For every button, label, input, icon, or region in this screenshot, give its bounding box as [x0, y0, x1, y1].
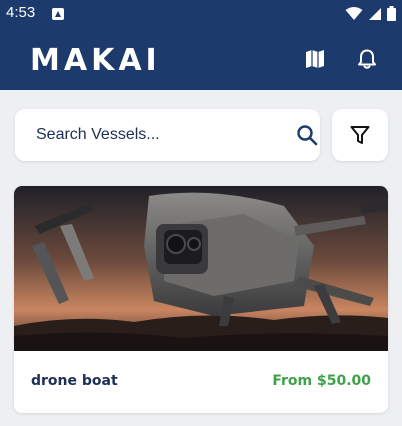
filter-icon	[350, 126, 370, 144]
logo-text: MAKAI	[30, 42, 161, 78]
app-header: MAKAI	[0, 30, 402, 90]
status-bar: 4:53	[0, 0, 402, 30]
status-icons	[345, 6, 396, 21]
bell-icon	[358, 49, 376, 69]
map-button[interactable]	[302, 46, 328, 72]
vessel-price: From $50.00	[272, 373, 371, 389]
search-icon[interactable]	[296, 124, 318, 146]
status-time: 4:53	[6, 4, 36, 21]
makai-logo[interactable]: MAKAI	[30, 42, 161, 78]
vessel-name: drone boat	[31, 373, 118, 389]
signal-icon	[369, 7, 381, 20]
wifi-icon	[345, 6, 363, 20]
map-icon	[306, 50, 324, 68]
battery-icon	[387, 6, 396, 21]
vessel-card[interactable]: drone boat From $50.00	[14, 186, 388, 413]
drone-photo	[14, 186, 388, 351]
app-notification-icon	[52, 8, 64, 20]
notifications-button[interactable]	[354, 46, 380, 72]
filter-button[interactable]	[332, 109, 388, 161]
search-box	[15, 109, 320, 161]
search-input[interactable]	[15, 109, 280, 161]
